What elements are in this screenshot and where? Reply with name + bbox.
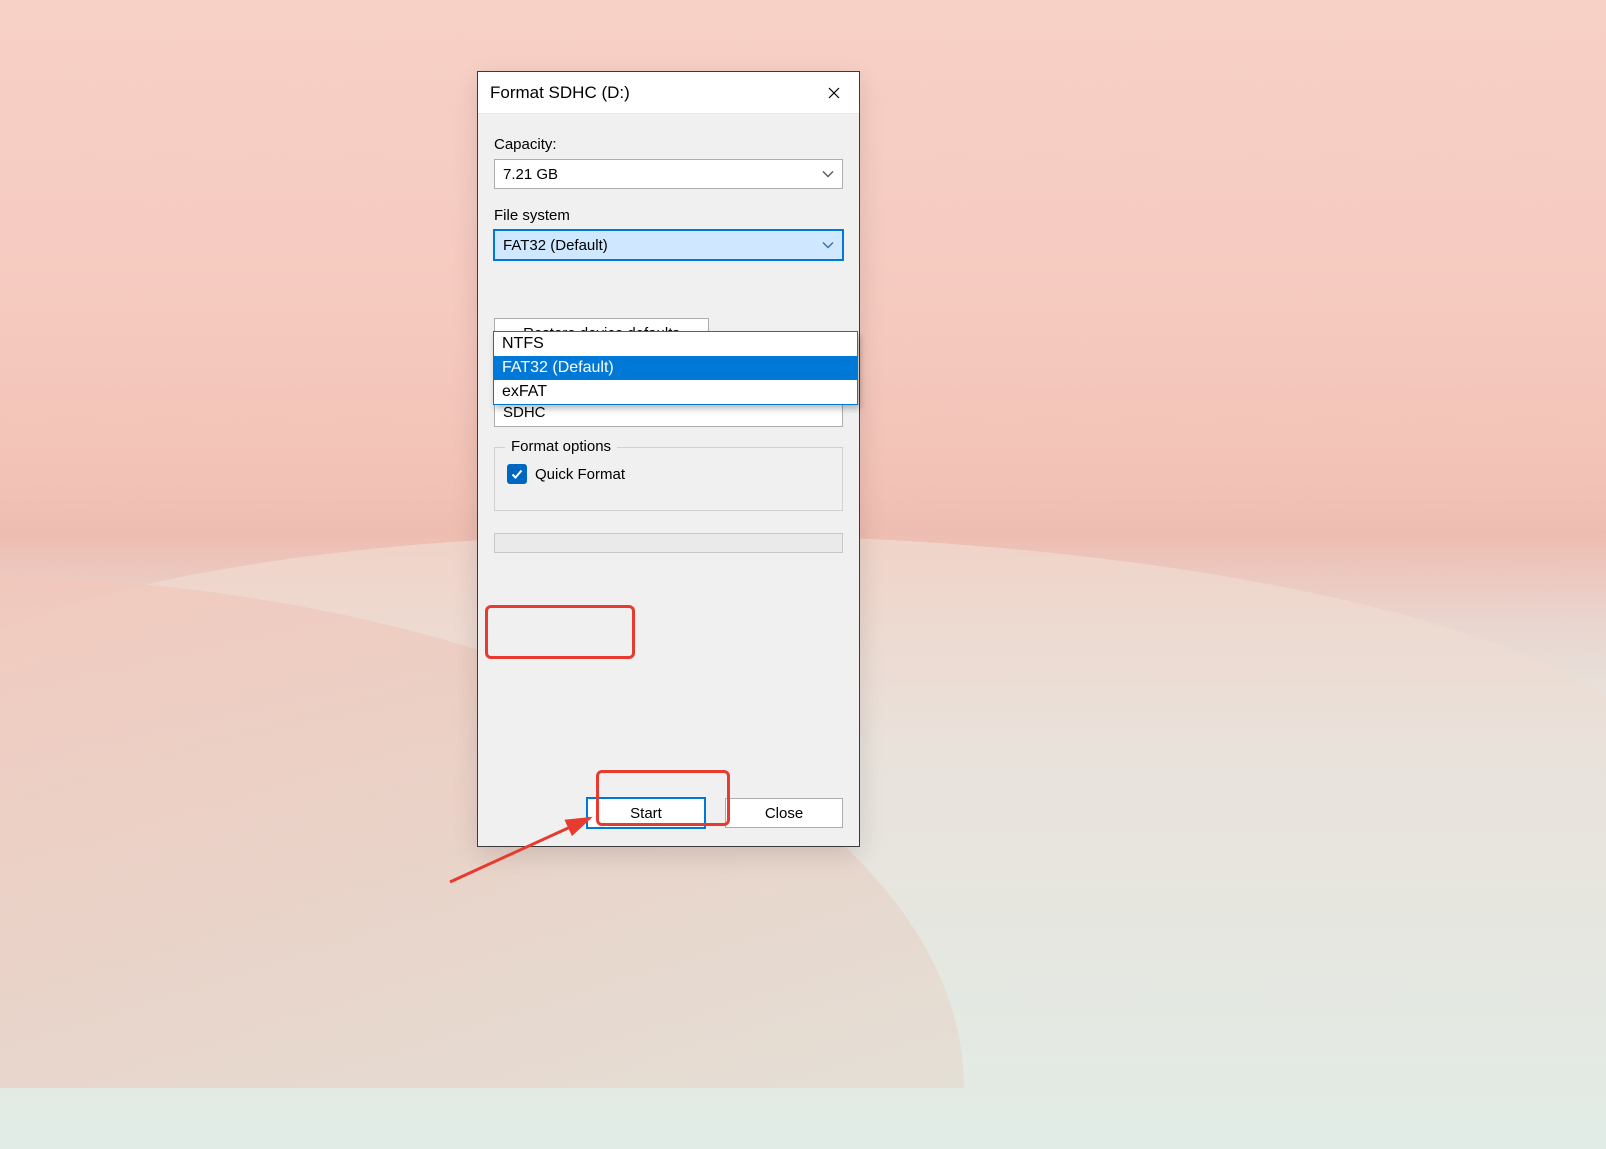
- quick-format-checkbox[interactable]: [507, 464, 527, 484]
- chevron-down-icon: [822, 237, 834, 254]
- quick-format-label: Quick Format: [535, 466, 625, 483]
- filesystem-option-fat32[interactable]: FAT32 (Default): [494, 356, 857, 380]
- filesystem-option-ntfs[interactable]: NTFS: [494, 332, 857, 356]
- titlebar: Format SDHC (D:): [478, 72, 859, 114]
- capacity-select[interactable]: 7.21 GB: [494, 159, 843, 189]
- close-icon[interactable]: [811, 72, 857, 113]
- filesystem-select[interactable]: FAT32 (Default): [494, 230, 843, 260]
- window-title: Format SDHC (D:): [490, 83, 630, 103]
- dialog-footer: Start Close: [494, 768, 843, 828]
- filesystem-value: FAT32 (Default): [503, 237, 608, 254]
- start-button-label: Start: [630, 805, 662, 822]
- close-button-label: Close: [765, 805, 803, 822]
- capacity-label: Capacity:: [494, 136, 843, 153]
- close-button[interactable]: Close: [725, 798, 843, 828]
- format-dialog: Format SDHC (D:) Capacity: 7.21 GB File …: [477, 71, 860, 847]
- filesystem-dropdown[interactable]: NTFS FAT32 (Default) exFAT: [493, 331, 858, 405]
- start-button[interactable]: Start: [587, 798, 705, 828]
- filesystem-option-exfat[interactable]: exFAT: [494, 380, 857, 404]
- capacity-value: 7.21 GB: [503, 166, 558, 183]
- volume-label-value: SDHC: [503, 404, 546, 421]
- progress-bar: [494, 533, 843, 553]
- dialog-body: Capacity: 7.21 GB File system FAT32 (Def…: [478, 114, 859, 846]
- quick-format-row[interactable]: Quick Format: [507, 464, 830, 484]
- format-options-legend: Format options: [505, 438, 617, 455]
- filesystem-label: File system: [494, 207, 843, 224]
- chevron-down-icon: [822, 166, 834, 183]
- format-options-group: Format options Quick Format: [494, 447, 843, 511]
